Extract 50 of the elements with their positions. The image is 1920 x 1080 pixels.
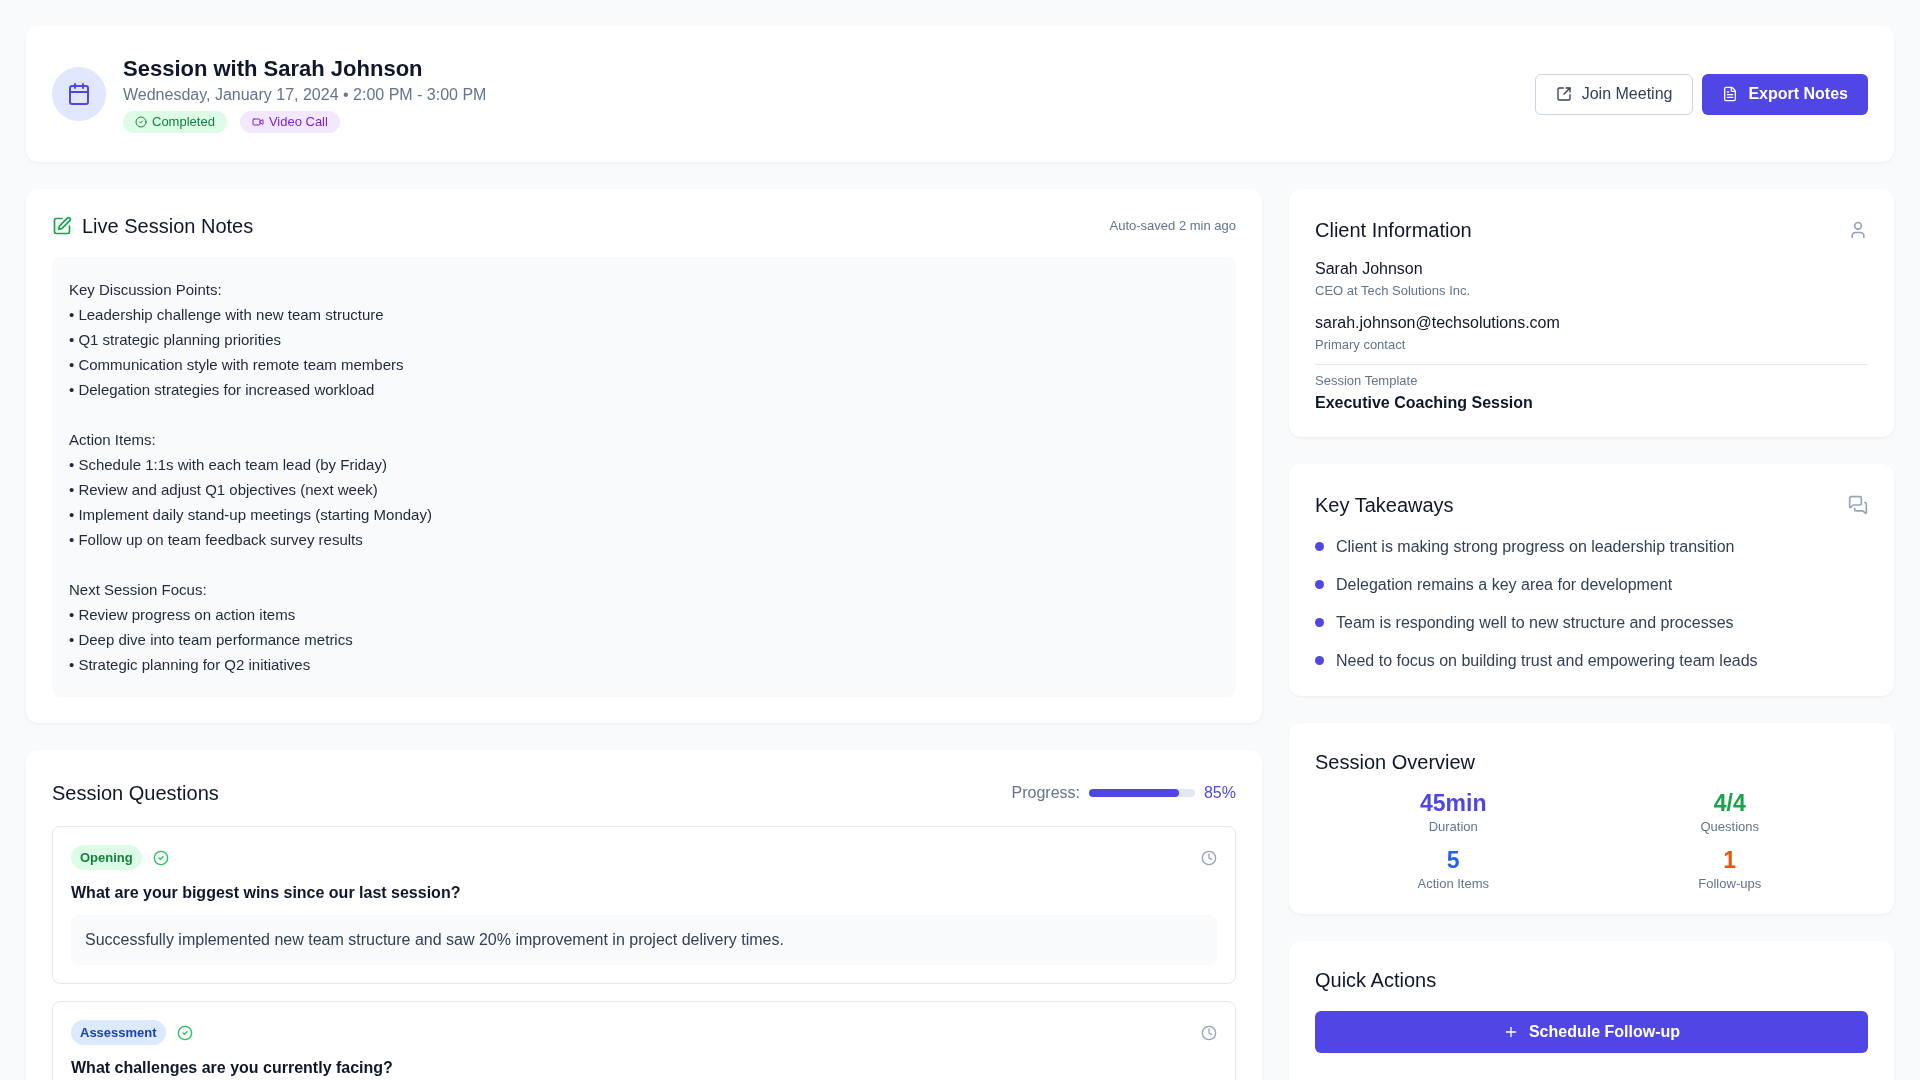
session-datetime: Wednesday, January 17, 2024 • 2:00 PM - 3:00 PM [123,85,487,105]
client-role: CEO at Tech Solutions Inc. [1315,282,1472,300]
user-icon [1848,220,1868,240]
progress-label: Progress: [1011,783,1080,803]
answer-text: Successfully implemented new team structure and saw 20% improvement in project delivery times. [71,915,1217,965]
video-icon [251,116,264,128]
category-badge: Assessment [71,1020,166,1045]
clock-icon [1201,849,1217,866]
client-email: sarah.johnson@techsolutions.com [1315,312,1561,333]
takeaway-text: Need to focus on building trust and empowering team leads [1336,650,1758,671]
card-title: Session Overview [1315,750,1476,773]
template-label: Session Template [1315,372,1419,390]
takeaway-text: Team is responding well to new structure and processes [1336,612,1734,633]
progress-percent: 85% [1203,783,1236,803]
category-badge: Opening [71,845,142,870]
card-title: Session Questions [52,781,219,806]
card-title: Live Session Notes [82,214,254,239]
check-icon [135,116,147,128]
stat-value: 45min [1420,788,1487,817]
template-name: Executive Coaching Session [1315,392,1534,413]
card-title: Key Takeaways [1315,492,1454,518]
export-notes-button[interactable]: Export Notes [1702,73,1868,115]
question-text: What challenges are you currently facing? [71,1058,394,1078]
client-name: Sarah Johnson [1315,259,1424,279]
document-icon [1722,86,1739,102]
card-title: Quick Actions [1315,968,1437,991]
schedule-follow-up-button[interactable]: Schedule Follow-up [1315,1010,1868,1053]
stat-value: 5 [1446,846,1460,874]
session-title: Session with Sarah Johnson [123,55,424,83]
status-badge: Video Call [239,111,340,133]
stat-label: Duration [1428,817,1478,836]
stat-value: 1 [1723,846,1737,874]
notes-textarea[interactable]: Key Discussion Points: • Leadership challenge with new team structure • Q1 strategic planning priorities • Communication style with remote team members • Delegation strategies for increased workload Action Items: • Schedule 1:1s with each team lead (by Friday) • Review and adjust Q1 objectives (next week) • Implement daily stand-up meetings (starting Monday) • Follow up on team feedback survey results Next Session Focus: • Review progress on action items • Deep dive into team performance metrics • Strategic planning for Q2 initiatives [52,257,1236,697]
edit-icon [52,216,72,236]
email-note: Primary contact [1315,335,1407,354]
autosave-status: Auto-saved 2 min ago [1109,217,1236,236]
external-link-icon [1555,86,1572,102]
takeaway-text: Delegation remains a key area for development [1336,574,1673,595]
question-text: What are your biggest wins since our last session? [71,883,462,903]
stat-label: Action Items [1417,875,1489,893]
join-meeting-button[interactable]: Join Meeting [1534,73,1694,115]
stat-value: 4/4 [1713,788,1746,817]
stat-label: Questions [1700,817,1759,836]
chat-icon [1848,494,1868,515]
card-title: Client Information [1315,218,1472,243]
stat-label: Follow-ups [1698,875,1762,893]
calendar-icon [52,67,106,121]
status-badge: Completed [123,111,227,133]
clock-icon [1201,1024,1217,1041]
takeaway-text: Client is making strong progress on leadership transition [1336,536,1735,557]
